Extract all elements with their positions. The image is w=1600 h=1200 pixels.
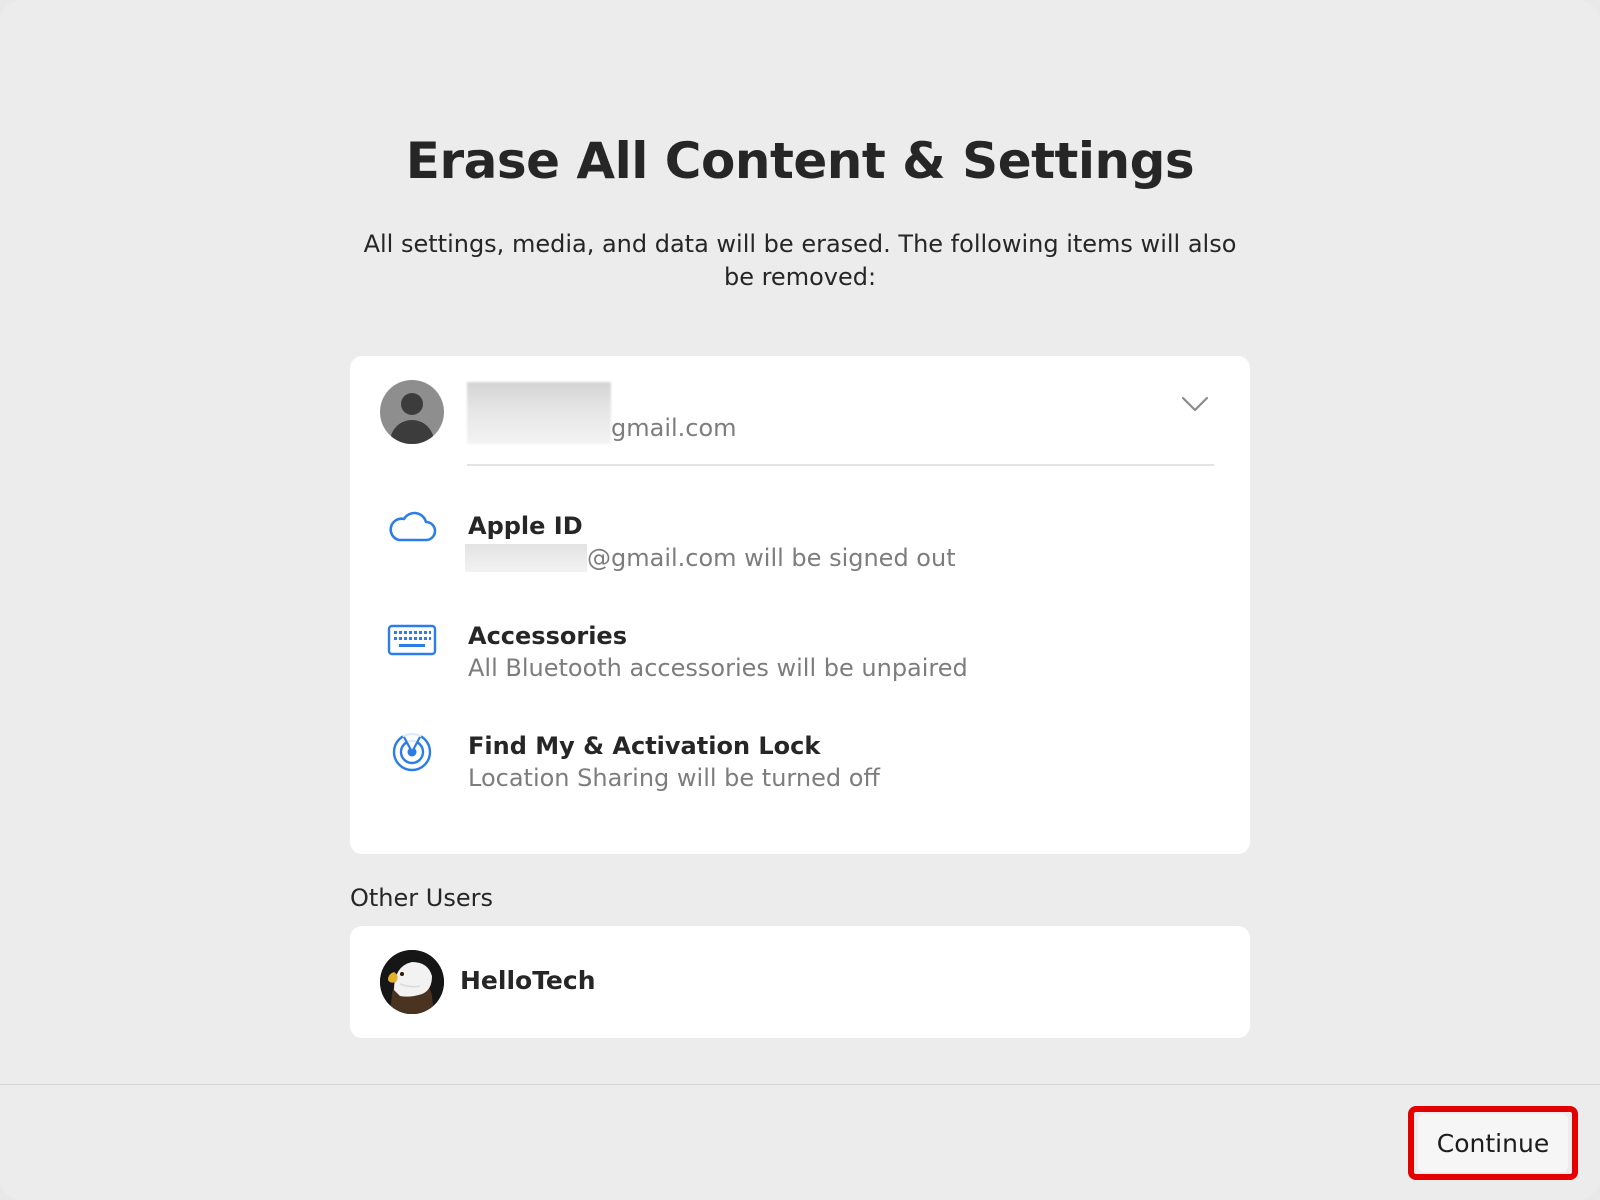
account-email: gmail.com	[611, 414, 737, 442]
user-avatar-eagle	[380, 950, 444, 1014]
find-my-icon	[392, 732, 432, 772]
user-name: HelloTech	[460, 966, 596, 995]
chevron-down-icon[interactable]	[1180, 394, 1210, 414]
continue-highlight-annotation	[1408, 1106, 1578, 1180]
redacted-email-prefix	[465, 544, 587, 572]
item-subtitle-accessories: All Bluetooth accessories will be unpair…	[468, 654, 968, 682]
item-subtitle-apple-id: @gmail.com will be signed out	[465, 544, 956, 572]
divider	[467, 464, 1214, 466]
page-description: All settings, media, and data will be er…	[363, 230, 1237, 291]
item-title-find-my: Find My & Activation Lock	[468, 732, 821, 760]
item-title-apple-id: Apple ID	[468, 512, 583, 540]
items-card: gmail.com Apple ID @gmail.com will be si…	[350, 356, 1250, 854]
apple-id-signout-text: @gmail.com will be signed out	[587, 544, 956, 572]
erase-assistant-window: Erase All Content & Settings All setting…	[0, 0, 1600, 1200]
page-title: Erase All Content & Settings	[405, 132, 1195, 190]
redacted-account-name	[467, 382, 611, 444]
item-subtitle-find-my: Location Sharing will be turned off	[468, 764, 880, 792]
item-title-accessories: Accessories	[468, 622, 627, 650]
other-users-label: Other Users	[350, 884, 493, 912]
keyboard-icon	[387, 624, 437, 656]
person-silhouette-icon	[380, 380, 444, 444]
cloud-icon	[389, 511, 437, 542]
other-users-card: HelloTech	[350, 926, 1250, 1038]
footer-divider	[0, 1084, 1600, 1085]
